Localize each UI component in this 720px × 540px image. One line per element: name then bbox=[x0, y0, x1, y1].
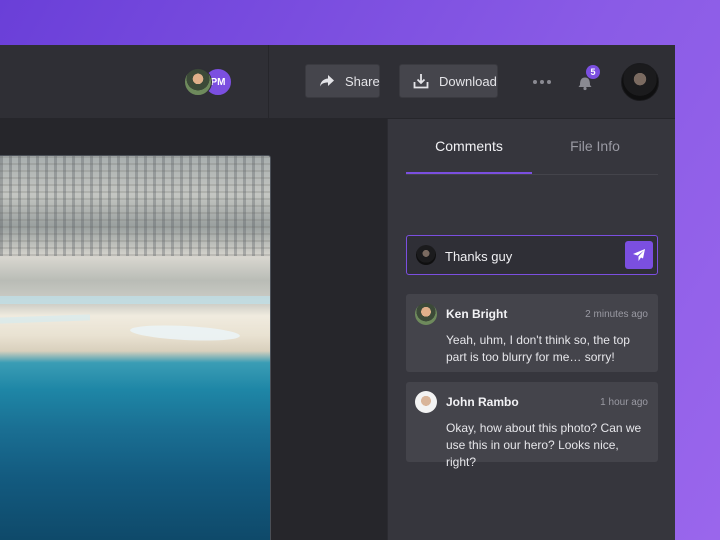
download-label: Download bbox=[439, 73, 497, 89]
comment-text: Okay, how about this photo? Can we use t… bbox=[446, 421, 642, 469]
photo-wave-crest bbox=[129, 323, 241, 343]
comment-timestamp: 2 minutes ago bbox=[585, 309, 648, 320]
comment-item: John Rambo 1 hour ago Okay, how about th… bbox=[406, 382, 658, 469]
notifications-button[interactable]: 5 bbox=[576, 65, 600, 93]
share-arrow-icon bbox=[320, 75, 334, 87]
comment-item: Ken Bright 2 minutes ago Yeah, uhm, I do… bbox=[406, 294, 658, 372]
app-window: PM Share Download 5 Comments File Info T… bbox=[0, 45, 675, 540]
comments-sidebar: Comments File Info Ken Bright 2 minutes … bbox=[387, 119, 675, 540]
top-toolbar: PM Share Download 5 bbox=[0, 45, 675, 119]
more-horizontal-icon[interactable] bbox=[533, 79, 551, 85]
comment-author-avatar[interactable] bbox=[415, 303, 437, 325]
beach-aerial-photo[interactable] bbox=[0, 155, 271, 540]
image-canvas bbox=[0, 119, 387, 540]
collaborators-avatar-group[interactable]: PM bbox=[184, 68, 236, 96]
share-button[interactable]: Share bbox=[305, 64, 380, 98]
toolbar-divider bbox=[268, 45, 269, 118]
user-profile-avatar[interactable] bbox=[621, 63, 659, 101]
comment-input-box[interactable] bbox=[406, 235, 658, 275]
send-paper-plane-icon bbox=[633, 249, 645, 261]
tab-file-info[interactable]: File Info bbox=[532, 119, 658, 174]
tab-comments[interactable]: Comments bbox=[406, 119, 532, 174]
download-button[interactable]: Download bbox=[399, 64, 498, 98]
photo-surf-line bbox=[0, 314, 91, 324]
send-button[interactable] bbox=[625, 241, 653, 269]
collaborator-avatar-photo[interactable] bbox=[184, 68, 212, 96]
photo-town-area bbox=[0, 156, 270, 256]
sidebar-tabs: Comments File Info bbox=[406, 119, 658, 175]
comment-timestamp: 1 hour ago bbox=[600, 397, 648, 408]
download-icon bbox=[413, 74, 429, 89]
comment-input[interactable] bbox=[445, 245, 615, 267]
comment-author-name[interactable]: Ken Bright bbox=[446, 307, 507, 321]
notification-count-badge: 5 bbox=[586, 65, 600, 79]
photo-surf-line bbox=[0, 296, 270, 304]
comment-text: Yeah, uhm, I don't think so, the top par… bbox=[446, 333, 630, 364]
current-user-avatar bbox=[416, 245, 436, 265]
share-label: Share bbox=[345, 73, 380, 89]
comment-author-avatar[interactable] bbox=[415, 391, 437, 413]
comment-author-name[interactable]: John Rambo bbox=[446, 395, 519, 409]
